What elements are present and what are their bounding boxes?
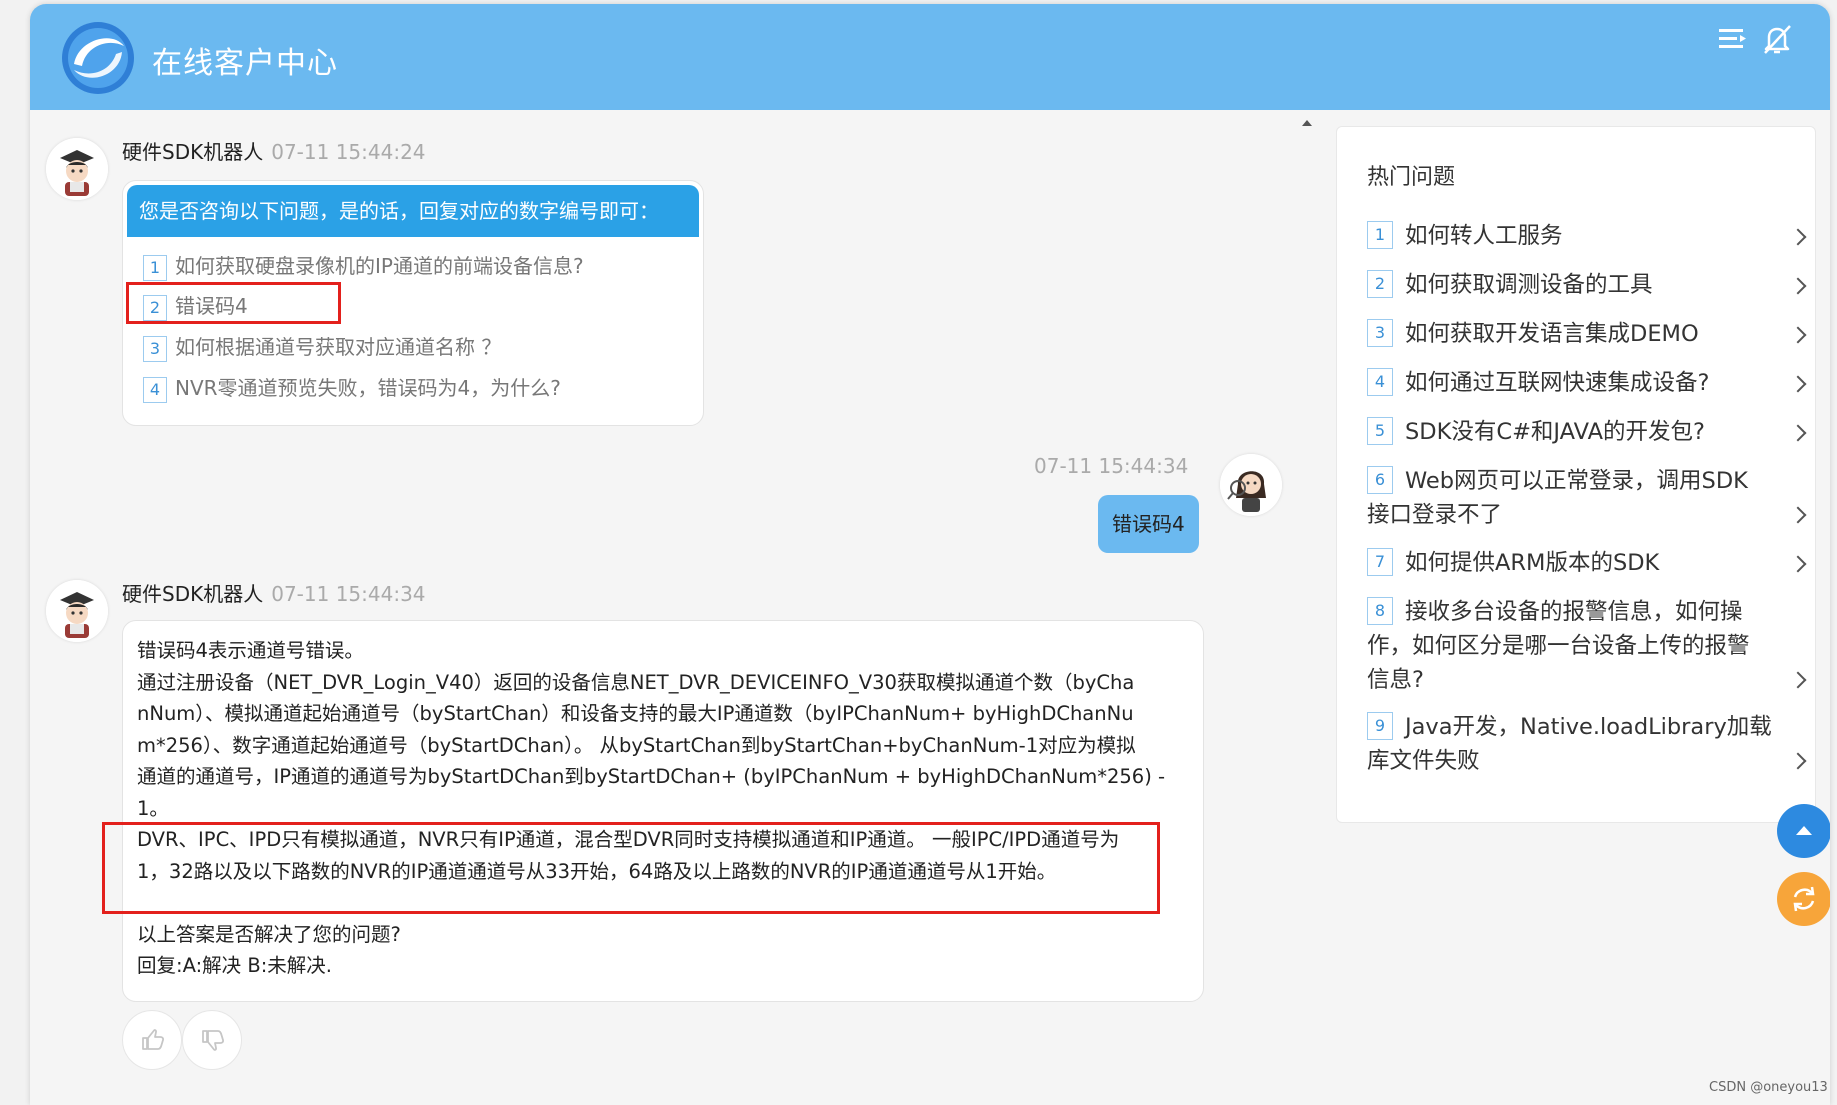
option-item-3[interactable]: 3 如何根据通道号获取对应通道名称 ？ xyxy=(143,331,501,362)
panel-title: 热门问题 xyxy=(1367,165,1456,190)
sender-name: 硬件SDK机器人 xyxy=(122,140,264,164)
faq-item-4[interactable]: 4 如何通过互联网快速集成设备? xyxy=(1367,366,1777,400)
answer-line: 通过注册设备（NET_DVR_Login_V40）返回的设备信息NET_DVR_… xyxy=(137,670,1135,694)
faq-item-8[interactable]: 8 接收多台设备的报警信息，如何操 作，如何区分是哪一台设备上传的报警 信息? xyxy=(1367,595,1777,697)
header-bar: 在线客户中心 xyxy=(30,4,1830,110)
logo-icon xyxy=(62,22,134,94)
option-item-4[interactable]: 4 NVR零通道预览失败，错误码为4，为什么? xyxy=(143,372,561,403)
chevron-right-icon xyxy=(1789,424,1807,442)
user-avatar xyxy=(1220,454,1282,516)
refresh-icon xyxy=(1793,886,1815,912)
option-item-1[interactable]: 1 如何获取硬盘录像机的IP通道的前端设备信息? xyxy=(143,250,584,281)
answer-line: nNum）、模拟通道起始通道号（byStartChan）和设备支持的最大IP通道… xyxy=(137,702,1134,725)
faq-item-2[interactable]: 2 如何获取调测设备的工具 xyxy=(1367,268,1777,302)
chevron-right-icon xyxy=(1789,326,1807,344)
chevron-right-icon xyxy=(1789,671,1807,689)
chevron-right-icon xyxy=(1789,752,1807,770)
thumbs-up-button[interactable] xyxy=(122,1010,182,1070)
thumbs-up-icon xyxy=(142,1029,164,1050)
chevron-right-icon xyxy=(1789,506,1807,524)
scroll-up-arrow[interactable] xyxy=(1302,120,1312,126)
faq-item-7[interactable]: 7 如何提供ARM版本的SDK xyxy=(1367,546,1777,580)
chevron-right-icon xyxy=(1789,228,1807,246)
message-meta: 硬件SDK机器人 07-11 15:44:34 xyxy=(122,578,426,607)
message-time: 07-11 15:44:34 xyxy=(271,582,426,606)
message-time: 07-11 15:44:24 xyxy=(271,140,426,164)
chat-window: 在线客户中心 硬件SDK机器人 07-11 15:44:24 您是否咨询以下问题… xyxy=(30,4,1830,1105)
highlight-box xyxy=(102,822,1160,914)
answer-card: 错误码4表示通道号错误。 通过注册设备（NET_DVR_Login_V40）返回… xyxy=(122,620,1204,1002)
menu-icon[interactable] xyxy=(1716,22,1750,56)
chevron-right-icon xyxy=(1789,375,1807,393)
highlight-box xyxy=(126,282,341,324)
user-message-time: 07-11 15:44:34 xyxy=(1034,454,1189,478)
chevron-right-icon xyxy=(1789,277,1807,295)
message-meta: 硬件SDK机器人 07-11 15:44:24 xyxy=(122,136,426,165)
thumbs-down-icon xyxy=(202,1030,224,1051)
answer-line: 回复:A:解决 B:未解决. xyxy=(137,954,332,977)
answer-line: 通道的通道号，IP通道的通道号为byStartDChan到byStartDCha… xyxy=(137,765,1166,788)
thumbs-down-button[interactable] xyxy=(182,1010,242,1070)
scroll-top-button[interactable] xyxy=(1777,804,1830,858)
answer-line: 1。 xyxy=(137,796,169,820)
answer-line: 错误码4表示通道号错误。 xyxy=(137,639,364,662)
faq-item-1[interactable]: 1 如何转人工服务 xyxy=(1367,219,1777,253)
bot-avatar xyxy=(46,138,108,200)
watermark: CSDN @oneyou13 xyxy=(1709,1080,1828,1095)
bell-off-icon[interactable] xyxy=(1760,22,1794,56)
faq-item-3[interactable]: 3 如何获取开发语言集成DEMO xyxy=(1367,317,1777,351)
chevron-right-icon xyxy=(1789,555,1807,573)
hot-questions-panel: 热门问题 1 如何转人工服务 2 如何获取调测设备的工具 3 如何获取开发语言集成DE… xyxy=(1336,126,1816,823)
arrow-up-icon xyxy=(1796,826,1812,835)
faq-item-5[interactable]: 5 SDK没有C#和JAVA的开发包? xyxy=(1367,415,1777,449)
answer-line: 以上答案是否解决了您的问题? xyxy=(137,922,401,946)
bot-avatar xyxy=(46,580,108,642)
user-message-bubble: 错误码4 xyxy=(1098,495,1199,553)
sender-name: 硬件SDK机器人 xyxy=(122,582,264,606)
refresh-button[interactable] xyxy=(1777,872,1830,926)
answer-line: m*256）、数字通道起始通道号（byStartDChan）。 从byStart… xyxy=(137,733,1136,757)
faq-item-6[interactable]: 6 Web网页可以正常登录，调用SDK 接口登录不了 xyxy=(1367,464,1777,532)
card-header: 您是否咨询以下问题，是的话，回复对应的数字编号即可： xyxy=(127,185,699,237)
faq-item-9[interactable]: 9 Java开发，Native.loadLibrary加载 库文件失败 xyxy=(1367,710,1777,778)
app-title: 在线客户中心 xyxy=(152,46,338,81)
